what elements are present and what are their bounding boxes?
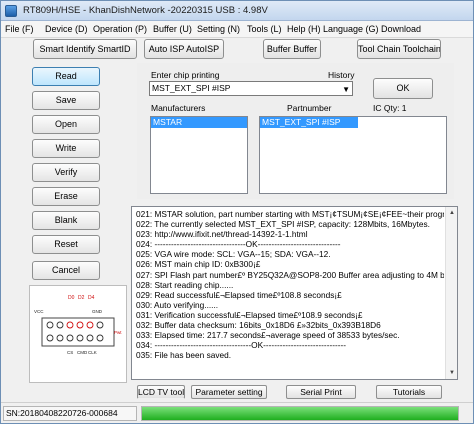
manufacturer-item-selected[interactable]: MSTAR [151,117,247,128]
reset-button[interactable]: Reset [32,235,100,254]
log-line: 026: MST main chip ID: 0xB300¡£ [136,259,261,270]
log-scrollbar[interactable]: ▲ ▼ [445,207,457,379]
log-line: 032: Buffer data checksum: 16bits_0x18D6… [136,320,381,331]
chip-name-value: MST_EXT_SPI #ISP [152,83,231,93]
enter-chip-label: Enter chip printing [151,70,220,80]
app-window: RT809H/HSE - KhanDishNetwork -20220315 U… [0,0,474,424]
tool-chain-button[interactable]: Tool Chain Toolchain [357,39,441,59]
title-bar: RT809H/HSE - KhanDishNetwork -20220315 U… [1,1,473,21]
cancel-button[interactable]: Cancel [32,261,100,280]
tab-lcd-tv-tool[interactable]: LCD TV tool [137,385,185,399]
pin-label-cs: CS [67,350,73,355]
progress-bar [141,406,459,421]
pin-label-cmd: CMD [77,350,88,355]
menu-device[interactable]: Device (D) [45,24,88,34]
manufacturer-list[interactable]: MSTAR [150,116,248,194]
ic-qty-label: IC Qty: 1 [373,103,407,113]
open-button[interactable]: Open [32,115,100,134]
log-line: 033: Elapsed time: 217.7 seconds£¬averag… [136,330,400,341]
write-button[interactable]: Write [32,139,100,158]
save-button[interactable]: Save [32,91,100,110]
pin-label-gnd: GND [92,309,103,314]
pin-label-d0: D0 [68,295,75,301]
menu-operation[interactable]: Operation (P) [93,24,147,34]
history-label: History [328,70,355,80]
log-line: 023: http://www.ifixit.net/thread-14392-… [136,229,308,240]
verify-button[interactable]: Verify [32,163,100,182]
pin-label-side: Pwt [114,330,122,335]
progress-fill [142,407,458,420]
partnumber-list[interactable]: MST_EXT_SPI #ISP [259,116,447,194]
isp-pinout-diagram: D0 D2 D4 VCC GND Pwt CS CMD CLK [29,285,127,383]
pinout-graphic: D0 D2 D4 VCC GND Pwt CS CMD CLK [34,295,122,355]
log-line: 030: Auto verifying...... [136,299,219,310]
menu-file[interactable]: File (F) [5,24,34,34]
log-line: 035: File has been saved. [136,350,232,361]
read-button[interactable]: Read [32,67,100,86]
serial-print-button[interactable]: Serial Print [286,385,356,399]
log-line: 025: VGA wire mode: SCL: VGA--15; SDA: V… [136,249,331,260]
smart-identify-button[interactable]: Smart Identify SmartID [33,39,137,59]
connector-pins [46,321,104,342]
menu-download[interactable]: Download [381,24,421,34]
pin-label-d4: D4 [88,295,95,301]
log-line: 022: The currently selected MST_EXT_SPI … [136,219,430,230]
log-line: 028: Start reading chip...... [136,279,234,290]
menu-help[interactable]: Help (H) [287,24,321,34]
manufacturers-label: Manufacturers [151,103,206,113]
menu-tools[interactable]: Tools (L) [247,24,282,34]
buffer-button[interactable]: Buffer Buffer [263,39,321,59]
tutorials-button[interactable]: Tutorials [376,385,442,399]
log-lines: 021: MSTAR solution, part number startin… [136,209,444,360]
serial-number: SN:20180408220726-000684 [3,406,137,421]
window-title: RT809H/HSE - KhanDishNetwork -20220315 U… [23,5,268,16]
app-icon [5,5,17,17]
log-line: 029: Read successful£¬Elapsed time£º108.… [136,289,342,300]
pin-label-clk: CLK [88,350,97,355]
ok-button[interactable]: OK [373,78,433,99]
blank-button[interactable]: Blank [32,211,100,230]
erase-button[interactable]: Erase [32,187,100,206]
scroll-up-icon[interactable]: ▲ [447,208,457,218]
auto-isp-button[interactable]: Auto ISP AutoISP [144,39,224,59]
log-line: 031: Verification successful£¬Elapsed ti… [136,309,363,320]
operation-panel: Read Save Open Write Verify Erase Blank … [27,63,109,287]
log-line: 021: MSTAR solution, part number startin… [136,209,444,219]
chip-name-combobox[interactable]: MST_EXT_SPI #ISP ▼ [149,81,353,96]
menu-language[interactable]: Language (G) [323,24,379,34]
menu-bar: File (F) Device (D) Operation (P) Buffer… [1,21,473,38]
chevron-down-icon[interactable]: ▼ [342,83,350,96]
log-line: 027: SPI Flash part number£º BY25Q32A@SO… [136,269,444,280]
partnumber-item-selected[interactable]: MST_EXT_SPI #ISP [260,117,358,128]
log-line: 024: ---------------------------------OK… [136,239,341,250]
partnumber-label: Partnumber [287,103,332,113]
log-output[interactable]: 021: MSTAR solution, part number startin… [131,206,458,380]
pin-label-vcc: VCC [34,309,44,314]
pin-label-d2: D2 [78,295,85,301]
log-line: 034: -----------------------------------… [136,340,347,351]
parameter-setting-button[interactable]: Parameter setting [191,385,267,399]
menu-buffer[interactable]: Buffer (U) [153,24,192,34]
status-bar: SN:20180408220726-000684 [1,402,473,423]
scroll-down-icon[interactable]: ▼ [447,368,457,378]
menu-setting[interactable]: Setting (N) [197,24,240,34]
